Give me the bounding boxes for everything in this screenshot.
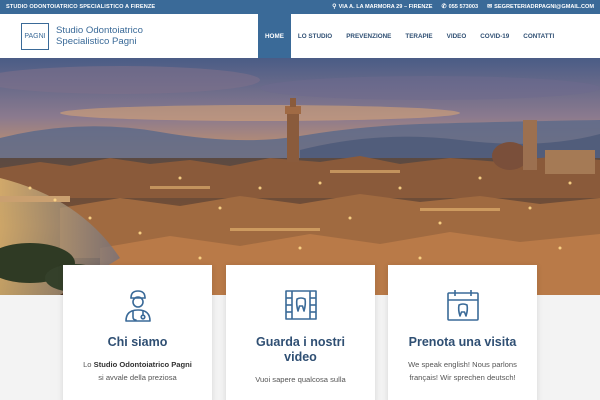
card-text: We speak english! Nous parlons français!…	[408, 360, 517, 382]
nav-lo-studio[interactable]: LO STUDIO	[291, 14, 339, 58]
hero-image-florence	[0, 58, 600, 295]
address-link[interactable]: ⚲ VIA A. LA MARMORA 29 – FIRENZE	[332, 4, 432, 10]
mail-icon: ✉	[487, 4, 493, 10]
card-text: Lo Studio Odontoiatrico Pagni si avvale …	[83, 360, 192, 382]
nav-home[interactable]: HOME	[258, 14, 291, 58]
map-pin-icon: ⚲	[332, 4, 337, 10]
nav-terapie[interactable]: TERAPIE	[398, 14, 439, 58]
phone-text: 055 573003	[448, 4, 479, 10]
phone-link[interactable]: ✆ 055 573003	[442, 4, 479, 10]
logo-text: PAGNI	[24, 32, 46, 40]
video-tooth-icon	[284, 290, 317, 320]
email-text: SEGRETERIADRPAGNI@GMAIL.COM	[494, 4, 594, 10]
main-nav: HOME LO STUDIO PREVENZIONE TERAPIE VIDEO…	[258, 14, 561, 58]
site-header: PAGNI Studio Odontoiatrico Specialistico…	[0, 14, 600, 58]
site-logo[interactable]: PAGNI	[21, 22, 49, 50]
email-link[interactable]: ✉ SEGRETERIADRPAGNI@GMAIL.COM	[487, 4, 594, 10]
card-title: Prenota una visita	[408, 335, 517, 349]
card-title-line-2: video	[284, 350, 317, 364]
card-video[interactable]: Guarda i nostri video Vuoi sapere qualco…	[226, 265, 375, 400]
top-info-bar: STUDIO ODONTOIATRICO SPECIALISTICO A FIR…	[0, 0, 600, 14]
card-prenota[interactable]: Prenota una visita We speak english! Nou…	[388, 265, 537, 400]
nav-prevenzione[interactable]: PREVENZIONE	[339, 14, 398, 58]
brand-line-2: Specialistico Pagni	[56, 36, 137, 47]
card-title-line-1: Guarda i nostri	[256, 335, 345, 349]
nav-covid-19[interactable]: COVID-19	[473, 14, 516, 58]
address-text: VIA A. LA MARMORA 29 – FIRENZE	[338, 4, 433, 10]
phone-icon: ✆	[441, 4, 447, 10]
card-chi-siamo[interactable]: Chi siamo Lo Studio Odontoiatrico Pagni …	[63, 265, 212, 400]
card-title: Chi siamo	[107, 335, 168, 349]
nav-video[interactable]: VIDEO	[440, 14, 474, 58]
calendar-tooth-icon	[446, 290, 479, 321]
doctor-icon	[124, 290, 151, 322]
tagline: STUDIO ODONTOIATRICO SPECIALISTICO A FIR…	[6, 4, 156, 10]
card-text: Vuoi sapere qualcosa sulla	[255, 375, 346, 384]
nav-contatti[interactable]: CONTATTI	[516, 14, 561, 58]
brand-name[interactable]: Studio Odontoiatrico Specialistico Pagni	[56, 25, 143, 47]
brand-line-1: Studio Odontoiatrico	[56, 25, 143, 36]
